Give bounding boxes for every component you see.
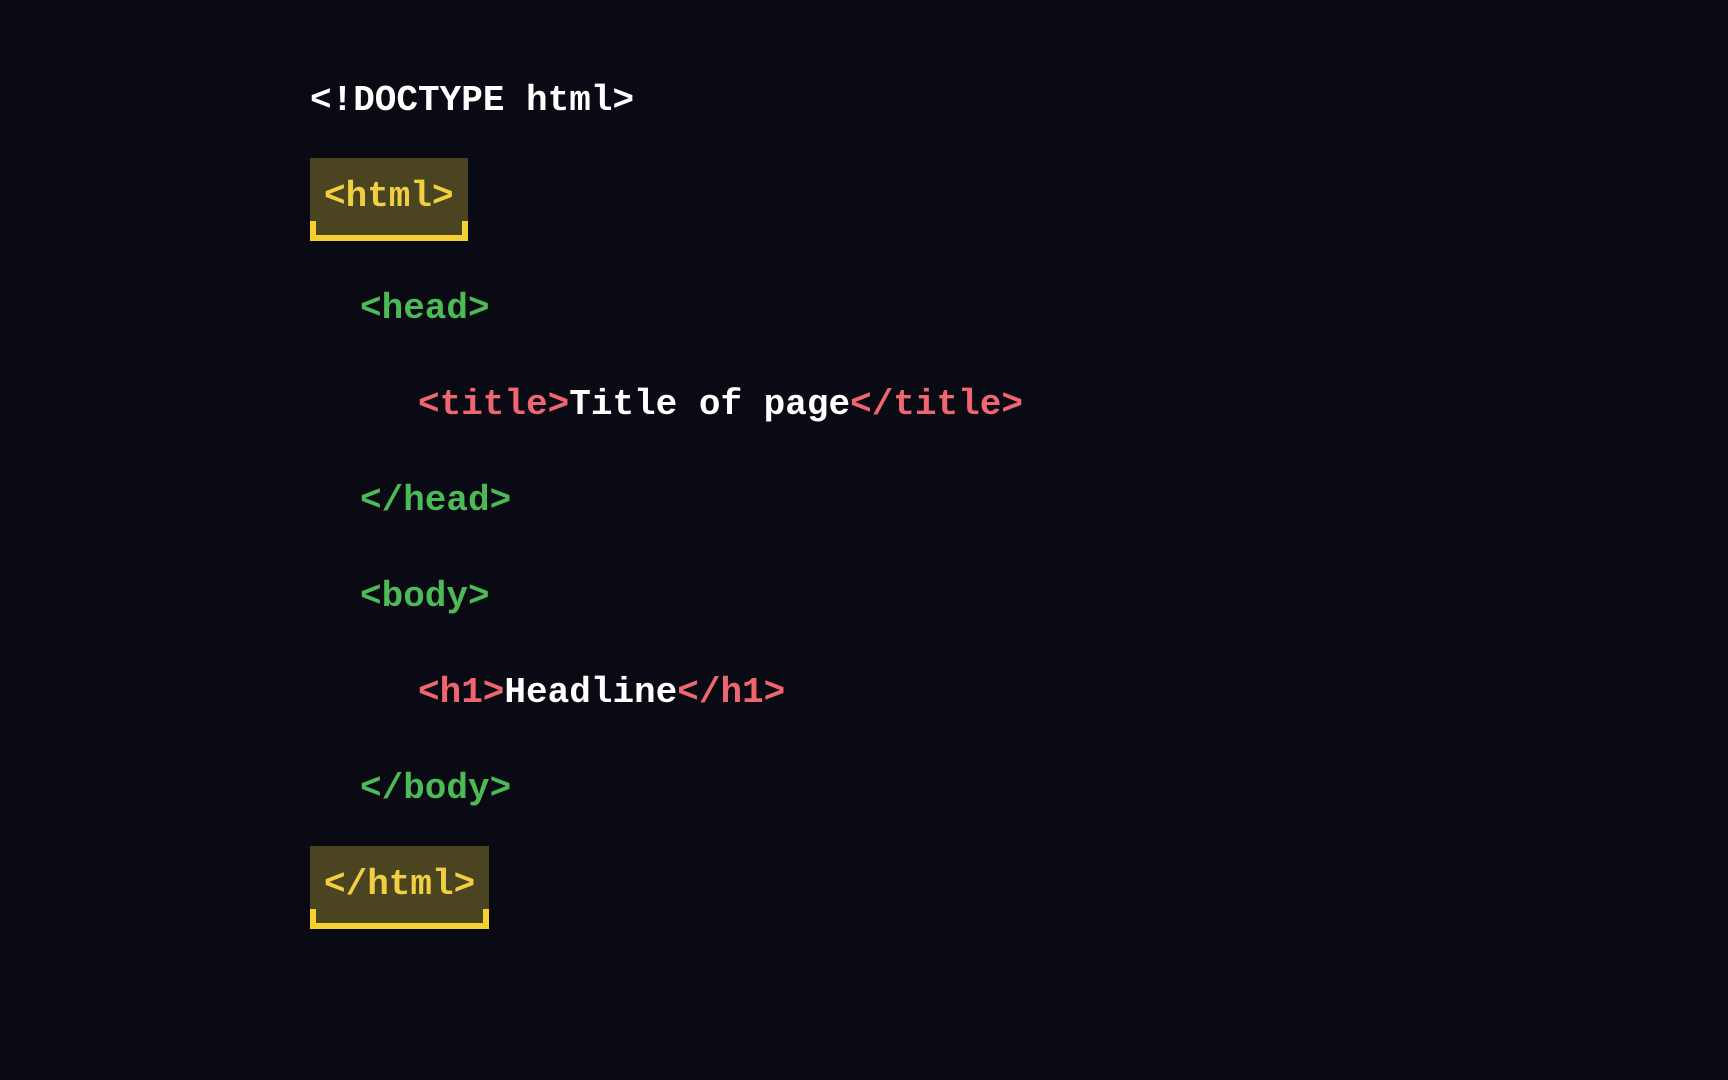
- code-line-body-open: <body>: [310, 576, 1728, 672]
- code-line-html-open: <html>: [310, 176, 1728, 288]
- h1-content: Headline: [504, 672, 677, 713]
- head-open-tag: <head>: [360, 288, 490, 329]
- title-content: Title of page: [569, 384, 850, 425]
- h1-open-tag: <h1>: [418, 672, 504, 713]
- body-close-tag: </body>: [360, 768, 511, 809]
- code-line-title: <title> Title of page </title>: [310, 384, 1728, 480]
- title-open-tag: <title>: [418, 384, 569, 425]
- code-line-body-close: </body>: [310, 768, 1728, 864]
- code-line-head-close: </head>: [310, 480, 1728, 576]
- head-close-tag: </head>: [360, 480, 511, 521]
- code-line-h1: <h1> Headline </h1>: [310, 672, 1728, 768]
- html-open-highlight: <html>: [310, 158, 468, 241]
- html-open-tag: <html>: [324, 176, 454, 217]
- html-close-highlight: </html>: [310, 846, 489, 929]
- code-line-html-close: </html>: [310, 864, 1728, 976]
- h1-close-tag: </h1>: [677, 672, 785, 713]
- code-line-head-open: <head>: [310, 288, 1728, 384]
- html-close-tag: </html>: [324, 864, 475, 905]
- title-close-tag: </title>: [850, 384, 1023, 425]
- code-line-doctype: <!DOCTYPE html>: [310, 80, 1728, 176]
- body-open-tag: <body>: [360, 576, 490, 617]
- doctype-text: <!DOCTYPE html>: [310, 80, 634, 121]
